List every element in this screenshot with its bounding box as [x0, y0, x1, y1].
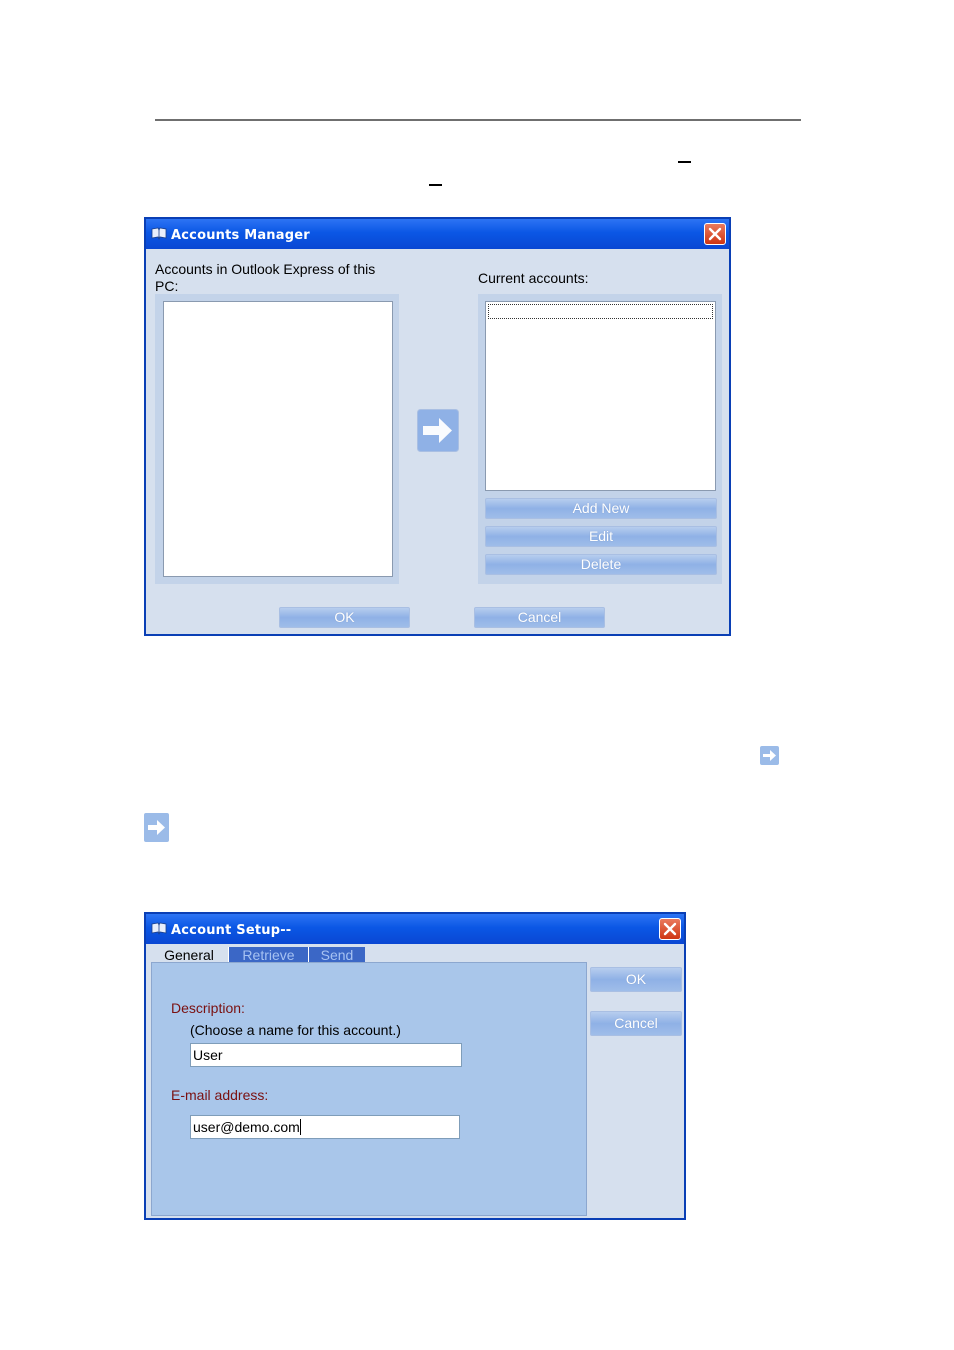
tab-retrieve[interactable]: Retrieve [228, 947, 308, 963]
header-rule [155, 119, 801, 121]
arrow-right-icon [144, 813, 169, 847]
close-icon[interactable] [704, 223, 726, 245]
add-new-button[interactable]: Add New [485, 498, 717, 519]
arrow-right-icon [760, 746, 779, 770]
book-icon [151, 922, 167, 935]
window-title: Account Setup-- [171, 923, 292, 938]
description-input[interactable]: User [190, 1043, 462, 1067]
list-item[interactable] [488, 304, 713, 319]
underline-mark [678, 161, 691, 163]
title-bar[interactable]: Accounts Manager [146, 219, 729, 249]
underline-mark [429, 184, 442, 186]
edit-button[interactable]: Edit [485, 526, 717, 547]
ok-button[interactable]: OK [590, 967, 682, 992]
current-accounts-panel: Add New Edit Delete [478, 294, 722, 584]
outlook-accounts-panel [155, 294, 399, 584]
outlook-accounts-label: Accounts in Outlook Express of this PC: [155, 261, 376, 294]
general-tab-page: Description: (Choose a name for this acc… [151, 962, 587, 1216]
description-hint: (Choose a name for this account.) [190, 1022, 401, 1038]
window-title: Accounts Manager [171, 228, 310, 243]
book-icon [151, 227, 167, 240]
email-label: E-mail address: [171, 1087, 269, 1103]
close-icon[interactable] [659, 918, 681, 940]
ok-button[interactable]: OK [279, 607, 410, 628]
tab-send[interactable]: Send [308, 947, 365, 963]
title-bar[interactable]: Account Setup-- [146, 914, 684, 944]
current-accounts-list[interactable] [485, 301, 716, 491]
accounts-manager-window: Accounts Manager Accounts in Outlook Exp… [144, 217, 731, 636]
outlook-accounts-list[interactable] [163, 301, 393, 577]
email-value: user@demo.com [193, 1119, 300, 1135]
current-accounts-label: Current accounts: [478, 270, 589, 286]
delete-button[interactable]: Delete [485, 554, 717, 575]
arrow-right-icon[interactable] [417, 409, 459, 457]
cancel-button[interactable]: Cancel [474, 607, 605, 628]
description-label: Description: [171, 1000, 245, 1016]
email-input[interactable]: user@demo.com [190, 1115, 460, 1139]
tab-general[interactable]: General [150, 947, 228, 963]
account-setup-window: Account Setup-- General Retrieve Send De… [144, 912, 686, 1220]
text-caret [299, 1119, 301, 1135]
cancel-button[interactable]: Cancel [590, 1011, 682, 1036]
